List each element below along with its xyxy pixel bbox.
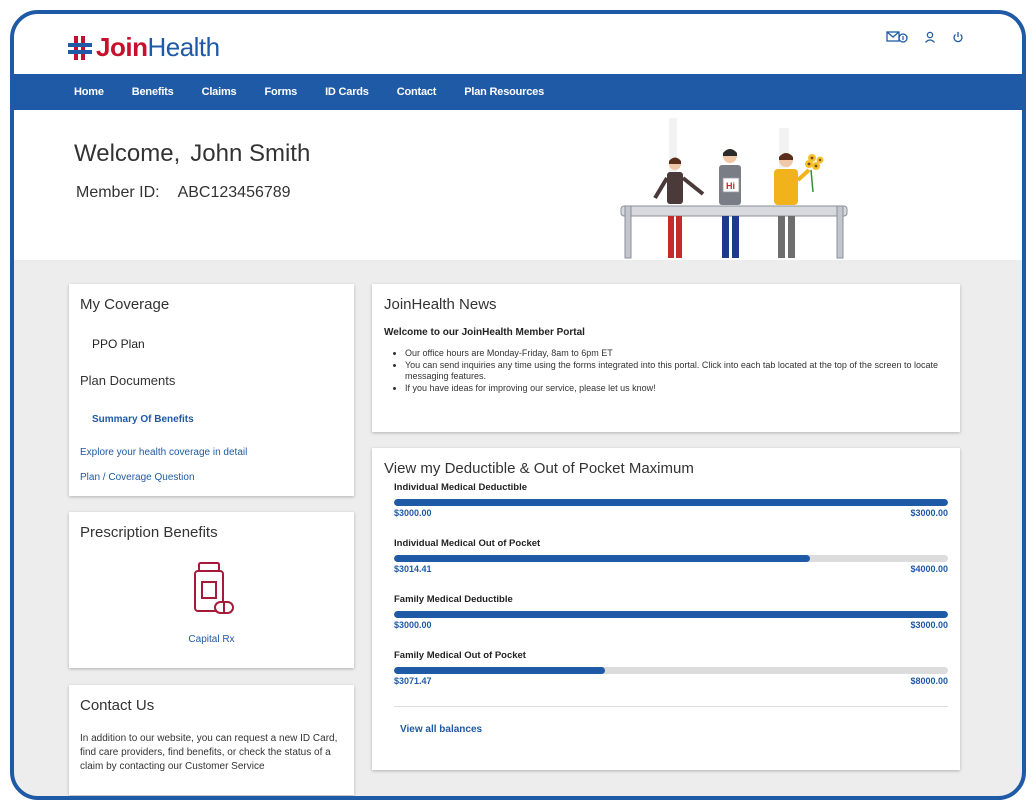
bar-max: $8000.00 — [910, 676, 948, 686]
news-subtitle: Welcome to our JoinHealth Member Portal — [384, 327, 585, 338]
welcome-banner: Welcome, John Smith Member ID: ABC12345678… — [14, 110, 1022, 260]
news-item: You can send inquiries any time using th… — [405, 360, 948, 383]
bar-current: $3000.00 — [394, 508, 432, 518]
progress-fill — [394, 555, 810, 562]
top-icons — [886, 30, 964, 44]
bar-label: Individual Medical Out of Pocket — [394, 538, 541, 549]
nav-plan-resources[interactable]: Plan Resources — [464, 86, 544, 98]
bar-label: Individual Medical Deductible — [394, 482, 528, 493]
mail-icon[interactable] — [886, 30, 908, 44]
contact-title: Contact Us — [80, 697, 155, 714]
view-all-balances-link[interactable]: View all balances — [400, 724, 482, 735]
deductible-card: View my Deductible & Out of Pocket Maxim… — [372, 448, 960, 770]
top-bar: JoinHealth — [14, 14, 1022, 74]
rx-provider-link[interactable]: Capital Rx — [69, 634, 354, 645]
progress-track — [394, 555, 948, 562]
nav-claims[interactable]: Claims — [202, 86, 237, 98]
bar-label: Family Medical Deductible — [394, 594, 513, 605]
contact-text: In addition to our website, you can requ… — [80, 733, 338, 772]
nav-home[interactable]: Home — [74, 86, 104, 98]
news-item: Our office hours are Monday-Friday, 8am … — [405, 348, 948, 360]
bar-label: Family Medical Out of Pocket — [394, 650, 526, 661]
bar-current: $3014.41 — [394, 564, 432, 574]
prescription-card: Prescription Benefits Capital Rx — [69, 512, 354, 668]
plan-documents-heading: Plan Documents — [80, 373, 176, 388]
coverage-title: My Coverage — [80, 296, 170, 313]
nav-forms[interactable]: Forms — [264, 86, 297, 98]
main-nav: Home Benefits Claims Forms ID Cards Cont… — [14, 74, 1022, 110]
deductible-title: View my Deductible & Out of Pocket Maxim… — [384, 460, 694, 477]
app-frame: JoinHealth Home Benefits Claims Forms ID… — [10, 10, 1026, 800]
member-name: John Smith — [190, 140, 311, 167]
bar-max: $4000.00 — [910, 564, 948, 574]
bar-current: $3000.00 — [394, 620, 432, 630]
nav-id-cards[interactable]: ID Cards — [325, 86, 369, 98]
welcome-heading: Welcome, John Smith — [74, 140, 311, 167]
progress-fill — [394, 667, 605, 674]
nav-benefits[interactable]: Benefits — [132, 86, 174, 98]
prescription-title: Prescription Benefits — [80, 524, 218, 541]
progress-track — [394, 667, 948, 674]
deductible-bar-individual: Individual Medical Deductible $3000.00 $3… — [394, 482, 948, 518]
user-icon[interactable] — [924, 31, 936, 43]
pill-bottle-icon — [194, 562, 234, 614]
logo[interactable]: JoinHealth — [68, 32, 220, 63]
summary-of-benefits-link[interactable]: Summary Of Benefits — [92, 414, 343, 425]
plan-name: PPO Plan — [92, 337, 145, 351]
coverage-question-link[interactable]: Plan / Coverage Question — [80, 472, 343, 483]
contact-card: Contact Us In addition to our website, y… — [69, 685, 354, 795]
news-card: JoinHealth News Welcome to our JoinHealt… — [372, 284, 960, 432]
bar-current: $3071.47 — [394, 676, 432, 686]
power-icon[interactable] — [952, 31, 964, 43]
bar-max: $3000.00 — [910, 620, 948, 630]
oop-bar-family: Family Medical Out of Pocket $3071.47 $80… — [394, 650, 948, 686]
logo-text: JoinHealth — [96, 32, 220, 62]
progress-track — [394, 611, 948, 618]
member-id: ABC123456789 — [177, 184, 291, 201]
news-title: JoinHealth News — [384, 296, 497, 313]
progress-fill — [394, 611, 948, 618]
news-item: If you have ideas for improving our serv… — [405, 383, 948, 395]
logo-cross-icon — [68, 35, 92, 60]
welcome-illustration: Hi — [620, 118, 848, 259]
oop-bar-individual: Individual Medical Out of Pocket $3014.4… — [394, 538, 948, 574]
progress-fill — [394, 499, 948, 506]
explore-coverage-link[interactable]: Explore your health coverage in detail — [80, 447, 343, 458]
nav-contact[interactable]: Contact — [397, 86, 437, 98]
divider — [394, 706, 948, 707]
progress-track — [394, 499, 948, 506]
bar-max: $3000.00 — [910, 508, 948, 518]
member-id-line: Member ID: ABC123456789 — [76, 184, 291, 201]
coverage-card: My Coverage PPO Plan Plan Documents Summ… — [69, 284, 354, 496]
hi-sign: Hi — [726, 181, 735, 191]
deductible-bar-family: Family Medical Deductible $3000.00 $3000.… — [394, 594, 948, 630]
news-list: Our office hours are Monday-Friday, 8am … — [384, 348, 948, 394]
